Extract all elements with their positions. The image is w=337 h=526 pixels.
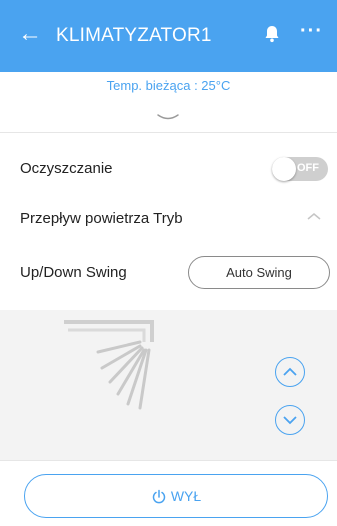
divider <box>0 132 337 133</box>
toggle-state-text: OFF <box>297 162 319 174</box>
swing-mode-button[interactable]: Auto Swing <box>188 256 330 289</box>
back-arrow-icon[interactable]: ← <box>18 22 42 46</box>
app-header: ← KLIMATYZATOR1 ··· <box>0 0 337 72</box>
cleaning-toggle[interactable]: OFF <box>272 157 328 181</box>
cleaning-label: Oczyszczanie <box>20 160 113 177</box>
power-label: WYŁ <box>170 488 202 504</box>
chevron-down-icon[interactable] <box>156 112 180 122</box>
swing-down-button[interactable] <box>275 405 305 435</box>
updown-swing-label: Up/Down Swing <box>20 264 127 281</box>
chevron-down-icon <box>283 416 297 425</box>
current-temperature: Temp. bieżąca : 25°C <box>106 78 231 93</box>
airflow-direction-icon <box>64 320 154 410</box>
divider <box>0 460 337 461</box>
chevron-up-icon <box>283 367 297 376</box>
airflow-mode-label: Przepływ powietrza Tryb <box>20 210 183 227</box>
device-title: KLIMATYZATOR1 <box>56 25 212 46</box>
power-icon <box>152 490 166 504</box>
bell-icon[interactable] <box>262 24 282 44</box>
swing-up-button[interactable] <box>275 357 305 387</box>
more-options-icon[interactable]: ··· <box>300 20 323 43</box>
toggle-knob <box>272 157 296 181</box>
power-off-button[interactable]: WYŁ <box>24 474 328 518</box>
chevron-up-icon[interactable] <box>307 212 321 220</box>
